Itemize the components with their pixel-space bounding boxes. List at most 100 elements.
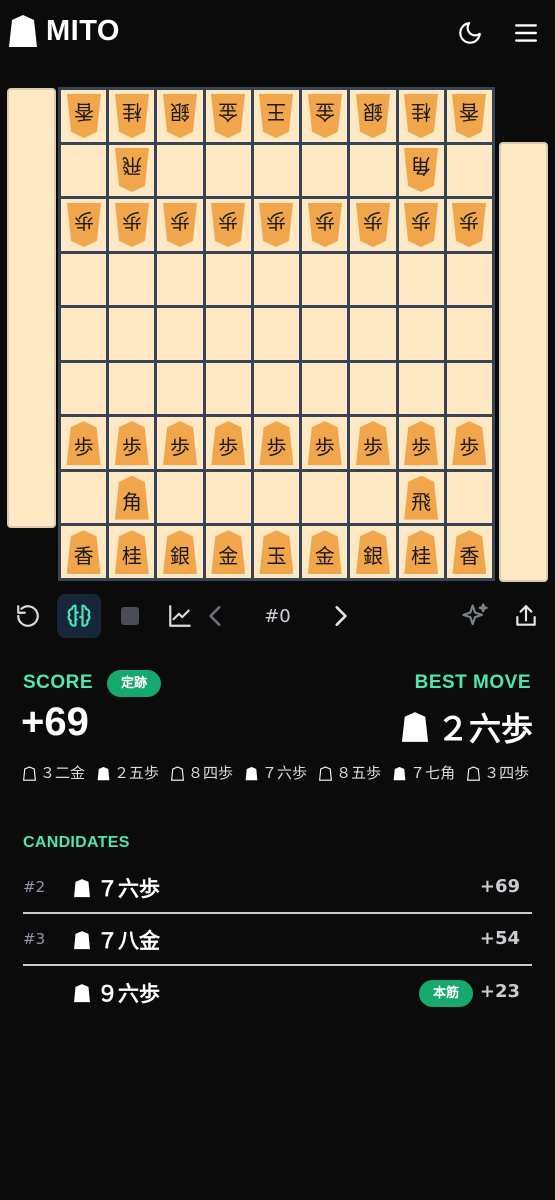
board-square[interactable]: 歩 [157,199,203,251]
board-square[interactable] [205,308,251,360]
sente-piece[interactable]: 銀 [163,530,198,575]
board-square[interactable] [205,144,251,197]
board-square[interactable] [253,308,300,360]
sente-piece[interactable]: 歩 [259,421,294,466]
board-square[interactable] [302,144,348,197]
board-square[interactable] [302,253,348,306]
board-square[interactable] [398,253,444,306]
sente-piece[interactable]: 飛 [404,475,439,520]
board-square[interactable]: 金 [302,90,348,142]
gote-piece[interactable]: 歩 [115,203,149,247]
sente-piece[interactable]: 歩 [114,421,149,466]
board-square[interactable] [205,471,251,524]
pv-move[interactable]: ８四歩 [171,760,233,786]
sente-piece[interactable]: 玉 [259,530,294,575]
gote-piece[interactable]: 歩 [211,203,245,247]
board-square[interactable]: 歩 [350,199,396,251]
board-square[interactable] [253,471,300,524]
board-square[interactable]: 歩 [253,199,300,251]
pv-move[interactable]: ７六歩 [245,760,307,786]
reset-button[interactable] [6,594,50,638]
board-square[interactable]: 歩 [446,417,492,469]
sente-piece[interactable]: 角 [114,475,149,520]
board-square[interactable]: 角 [109,471,155,524]
board-square[interactable] [205,253,251,306]
gote-piece[interactable]: 歩 [452,203,486,247]
gote-piece[interactable]: 香 [452,94,486,138]
board-square[interactable] [446,144,492,197]
board-square[interactable]: 角 [398,144,444,197]
board-square[interactable] [61,253,107,306]
board-square[interactable] [157,308,203,360]
board-square[interactable]: 歩 [61,417,107,469]
board-square[interactable] [109,362,155,415]
app-logo[interactable]: MITO [8,14,120,48]
board-square[interactable]: 歩 [302,199,348,251]
board-square[interactable]: 歩 [253,417,300,469]
board-square[interactable]: 桂 [398,90,444,142]
sente-piece[interactable]: 桂 [114,530,149,575]
sente-piece[interactable]: 銀 [355,530,390,575]
board-square[interactable] [350,253,396,306]
candidate-row[interactable]: ９六歩 本筋 +23 [23,967,532,1019]
board-square[interactable] [157,362,203,415]
board-square[interactable] [446,308,492,360]
theme-toggle-button[interactable] [455,18,485,48]
gote-piece[interactable]: 金 [308,94,342,138]
menu-button[interactable] [511,18,541,48]
board-square[interactable]: 歩 [157,417,203,469]
board-square[interactable] [302,471,348,524]
gote-piece[interactable]: 角 [404,148,438,192]
sente-piece[interactable]: 歩 [307,421,342,466]
share-button[interactable] [504,594,548,638]
sente-piece[interactable]: 金 [211,530,246,575]
board-square[interactable]: 歩 [109,417,155,469]
board-square[interactable]: 歩 [398,199,444,251]
board-square[interactable] [253,253,300,306]
gote-piece[interactable]: 銀 [356,94,390,138]
board-square[interactable] [398,308,444,360]
shogi-board[interactable]: 香桂銀金王金銀桂香飛角歩歩歩歩歩歩歩歩歩歩歩歩歩歩歩歩歩歩角飛香桂銀金玉金銀桂香 [58,87,495,581]
pv-move[interactable]: ７七角 [393,760,455,786]
sente-piece[interactable]: 歩 [452,421,487,466]
gote-piece[interactable]: 歩 [163,203,197,247]
sente-piece[interactable]: 金 [307,530,342,575]
gote-piece[interactable]: 飛 [115,148,149,192]
board-square[interactable]: 銀 [350,90,396,142]
board-square[interactable] [302,362,348,415]
board-square[interactable]: 玉 [253,526,300,578]
board-square[interactable] [61,362,107,415]
prev-move-button[interactable] [194,594,238,638]
board-square[interactable] [109,253,155,306]
sente-piece[interactable]: 桂 [404,530,439,575]
board-square[interactable]: 歩 [61,199,107,251]
board-square[interactable] [446,362,492,415]
board-square[interactable] [61,144,107,197]
board-square[interactable] [253,362,300,415]
board-square[interactable]: 歩 [205,417,251,469]
board-square[interactable] [350,362,396,415]
gote-piece[interactable]: 歩 [67,203,101,247]
gote-hand-tray[interactable] [7,88,56,528]
gote-piece[interactable]: 王 [259,94,293,138]
board-square[interactable]: 香 [446,526,492,578]
board-square[interactable] [109,308,155,360]
sente-piece[interactable]: 歩 [355,421,390,466]
board-square[interactable]: 飛 [398,471,444,524]
gote-piece[interactable]: 銀 [163,94,197,138]
board-square[interactable]: 飛 [109,144,155,197]
board-square[interactable] [446,471,492,524]
sente-piece[interactable]: 歩 [404,421,439,466]
pv-move[interactable]: ３二金 [23,760,85,786]
next-move-button[interactable] [318,594,362,638]
board-square[interactable]: 桂 [398,526,444,578]
board-square[interactable]: 金 [205,90,251,142]
board-square[interactable] [350,144,396,197]
sente-piece[interactable]: 歩 [66,421,101,466]
pv-move[interactable]: ３四歩 [467,760,529,786]
board-square[interactable] [350,308,396,360]
gote-piece[interactable]: 香 [67,94,101,138]
board-square[interactable] [398,362,444,415]
gote-piece[interactable]: 桂 [404,94,438,138]
board-square[interactable]: 香 [61,90,107,142]
